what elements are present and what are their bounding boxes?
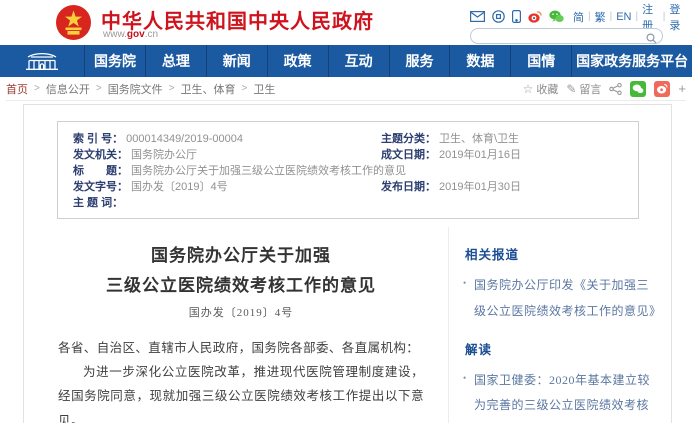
meta-index-number: 索 引 号：000014349/2019-00004 [73,131,381,147]
nav-item-interaction[interactable]: 互动 [328,45,389,77]
lang-simplified[interactable]: 简 [573,9,584,25]
more-share-button[interactable]: + [678,81,686,96]
nav-item-state-council[interactable]: 国务院 [84,45,145,77]
weibo-share-icon[interactable] [654,81,670,97]
star-icon: ☆ [523,82,534,96]
document-number: 国办发〔2019〕4号 [58,304,424,320]
breadcrumb-health-sports[interactable]: 卫生、体育 [181,81,236,97]
nav-item-data[interactable]: 数据 [449,45,510,77]
share-icon[interactable] [609,83,622,95]
national-emblem-logo[interactable] [55,4,92,41]
search-input[interactable] [479,29,644,43]
meta-written-date: 成文日期：2019年01月16日 [381,147,623,163]
related-reports-heading: 相关报道 [465,244,659,263]
breadcrumb: 首页 > 信息公开 > 国务院文件 > 卫生、体育 > 卫生 [6,81,275,97]
login-link[interactable]: 登录 [669,1,686,33]
document-card: 索 引 号：000014349/2019-00004 主题分类：卫生、体育\卫生… [23,104,672,423]
breadcrumb-state-council-docs[interactable]: 国务院文件 [108,81,163,97]
lang-english[interactable]: EN [616,11,631,23]
mail-icon[interactable] [470,11,485,22]
paragraph-intro: 为进一步深化公立医院改革，推进现代医院管理制度建设，经国务院同意，现就加强三级公… [58,360,424,423]
document-title-line1: 国务院办公厅关于加强 [58,241,424,271]
meta-issuing-agency: 发文机关：国务院办公厅 [73,147,381,163]
comment-button[interactable]: ✎ 留言 [566,81,601,97]
breadcrumb-separator: > [96,83,102,94]
nav-item-policy[interactable]: 政策 [267,45,328,77]
main-nav: 国务院 总理 新闻 政策 互动 服务 数据 国情 国家政务服务平台 [0,45,692,77]
meta-topic-category: 主题分类：卫生、体育\卫生 [381,131,623,147]
breadcrumb-home[interactable]: 首页 [6,81,28,97]
sidebar: 相关报道 • 国务院办公厅印发《关于加强三级公立医院绩效考核工作的意见》 解读 … [449,227,671,423]
bullet-icon: • [463,369,467,388]
nav-item-premier[interactable]: 总理 [145,45,206,77]
meta-keywords: 主 题 词： [73,195,623,211]
interpretation-heading: 解读 [465,339,659,358]
document-title-line2: 三级公立医院绩效考核工作的意见 [58,271,424,301]
related-reports-section: 相关报道 • 国务院办公厅印发《关于加强三级公立医院绩效考核工作的意见》 [463,244,659,325]
site-header: 中华人民共和国中央人民政府 www.gov.cn [0,0,692,45]
favorite-button[interactable]: ☆ 收藏 [523,81,559,97]
search-icon[interactable] [646,31,657,49]
breadcrumb-separator: > [169,83,175,94]
nav-item-gov-service-platform[interactable]: 国家政务服务平台 [571,45,692,77]
nav-item-services[interactable]: 服务 [389,45,450,77]
meta-title: 标 题：国务院办公厅关于加强三级公立医院绩效考核工作的意见 [73,163,623,179]
breadcrumb-row: 首页 > 信息公开 > 国务院文件 > 卫生、体育 > 卫生 ☆ 收藏 ✎ 留言 [6,77,686,101]
search-box [470,28,663,44]
interpretation-section: 解读 • 国家卫健委：2020年基本建立较为完善的三级公立医院绩效考核体系 • … [463,339,659,423]
document-body: 国务院办公厅关于加强 三级公立医院绩效考核工作的意见 国办发〔2019〕4号 各… [24,227,448,423]
breadcrumb-separator: > [34,83,40,94]
breadcrumb-separator: > [242,83,248,94]
meta-document-number: 发文字号：国办发〔2019〕4号 [73,179,381,195]
bullet-icon: • [463,274,467,293]
related-report-link[interactable]: • 国务院办公厅印发《关于加强三级公立医院绩效考核工作的意见》 [463,273,659,325]
meta-publish-date: 发布日期：2019年01月30日 [381,179,623,195]
nav-home-tiananmen-icon[interactable] [0,45,84,77]
interpretation-link[interactable]: • 国家卫健委：2020年基本建立较为完善的三级公立医院绩效考核体系 [463,368,659,423]
header-tools: 简| 繁| EN| 注册| 登录 [470,9,686,44]
breadcrumb-info-disclosure[interactable]: 信息公开 [46,81,90,97]
nav-item-national-conditions[interactable]: 国情 [510,45,571,77]
wechat-share-icon[interactable] [630,81,646,97]
nav-item-news[interactable]: 新闻 [206,45,267,77]
pencil-icon: ✎ [566,82,576,96]
paragraph-salutation: 各省、自治区、直辖市人民政府，国务院各部委、各直属机构： [58,336,424,360]
page-tools: ☆ 收藏 ✎ 留言 + [523,81,686,97]
document-meta-table: 索 引 号：000014349/2019-00004 主题分类：卫生、体育\卫生… [57,121,639,219]
mobile-icon[interactable] [512,10,521,23]
lang-traditional[interactable]: 繁 [595,9,606,25]
breadcrumb-health[interactable]: 卫生 [253,81,275,97]
site-url[interactable]: www.gov.cn [103,29,158,40]
disc-icon[interactable] [492,10,505,23]
weibo-icon[interactable] [528,10,542,23]
wechat-icon[interactable] [549,10,564,23]
